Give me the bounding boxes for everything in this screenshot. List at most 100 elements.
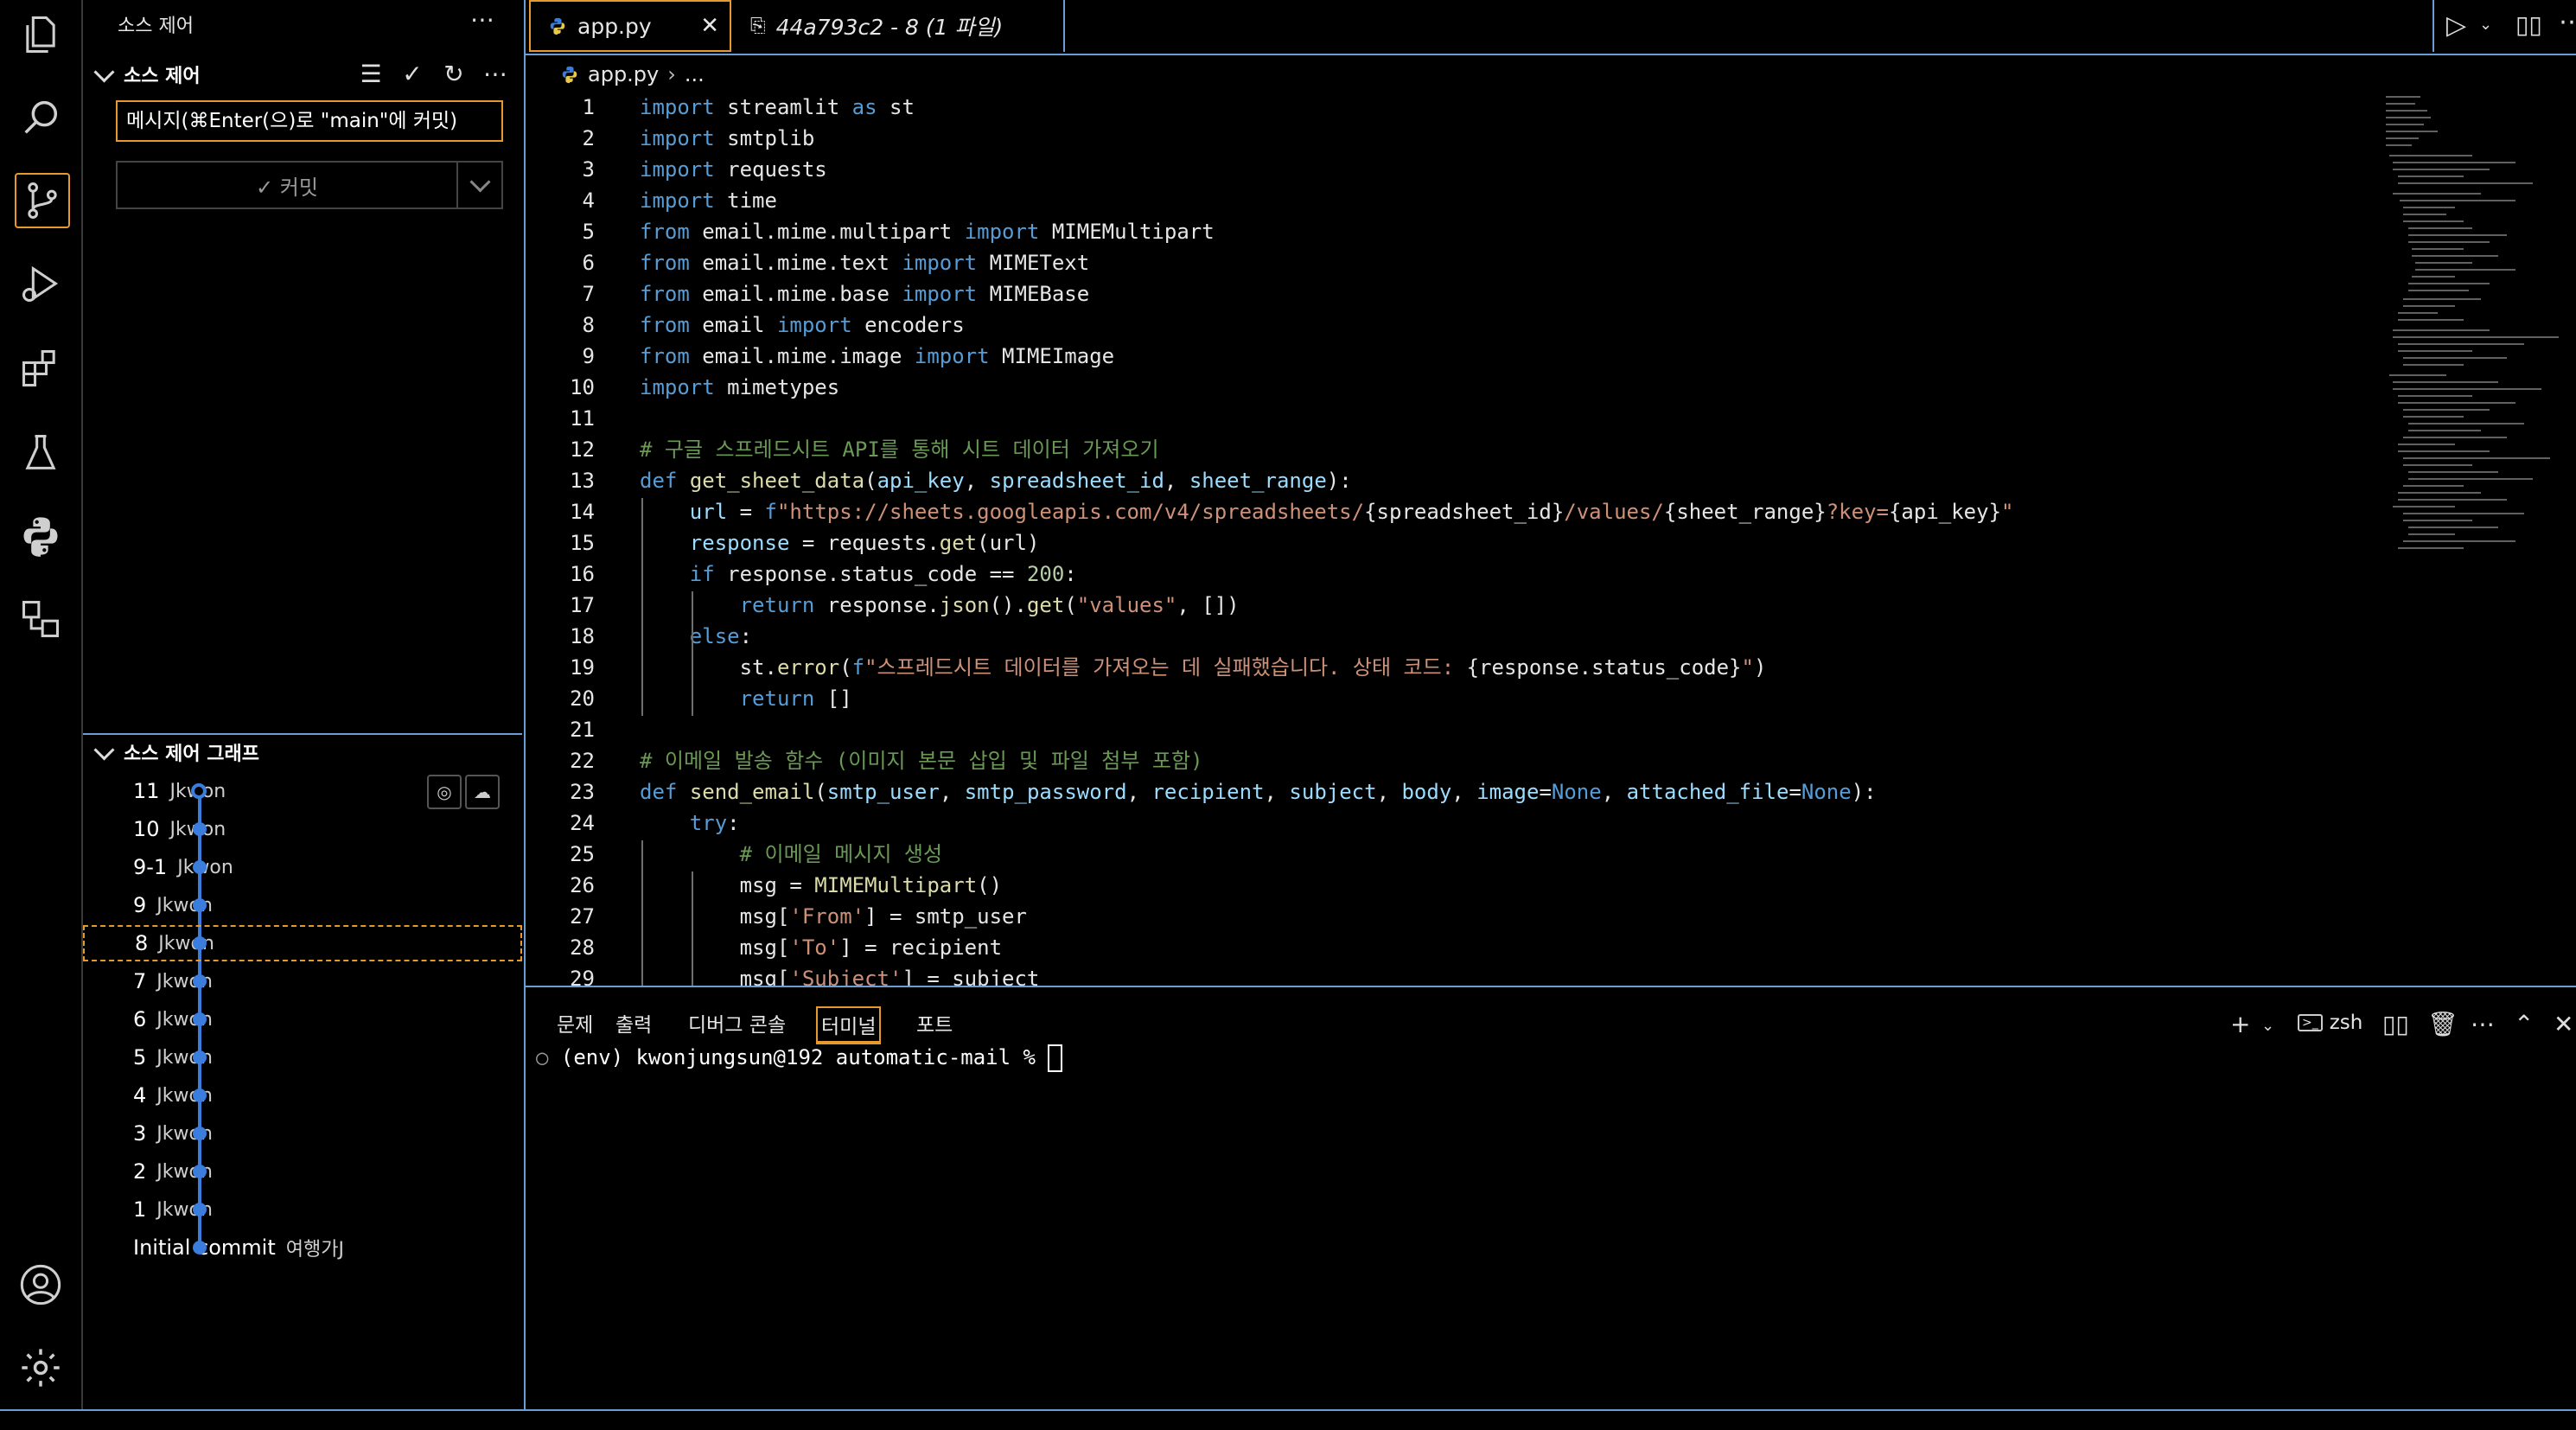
panel-tab[interactable]: 터미널	[816, 1006, 882, 1044]
run-debug-icon[interactable]	[15, 258, 67, 310]
refresh-icon[interactable]: ↻	[439, 59, 469, 88]
remote-explorer-icon[interactable]	[15, 593, 67, 645]
close-panel-icon[interactable]: ✕	[2554, 1010, 2573, 1038]
more-actions-icon[interactable]: ⋯	[2559, 7, 2576, 37]
code-token: ,	[939, 780, 965, 804]
commit-button[interactable]: ✓ 커밋	[116, 161, 503, 209]
code-line[interactable]: 8 from email import encoders	[526, 310, 2514, 341]
breadcrumb-file[interactable]: app.py	[588, 62, 659, 86]
graph-head-node	[191, 783, 207, 799]
graph-node	[193, 936, 207, 950]
extensions-icon[interactable]	[15, 342, 67, 394]
split-editor-icon[interactable]: ▯▯	[2515, 10, 2542, 39]
commit-check-icon[interactable]: ✓	[398, 59, 427, 88]
tab-commit-diff[interactable]: ⎘ 44a793c2 - 8 (1 파일)	[733, 0, 1065, 52]
search-icon[interactable]	[15, 92, 67, 144]
code-line[interactable]: 24 try:	[526, 808, 2514, 839]
code-token: requests	[714, 157, 827, 182]
code-line[interactable]: 11	[526, 403, 2514, 434]
split-terminal-icon[interactable]: ▯▯	[2382, 1010, 2409, 1038]
code-line[interactable]: 27 msg['From'] = smtp_user	[526, 901, 2514, 932]
code-line[interactable]: 17 return response.json().get("values", …	[526, 590, 2514, 621]
code-line[interactable]: 29 msg['Subject'] = subject	[526, 963, 2514, 986]
code-line[interactable]: 3 import requests	[526, 154, 2514, 185]
add-terminal-icon[interactable]: +	[2230, 1010, 2250, 1038]
code-line[interactable]: 9 from email.mime.image import MIMEImage	[526, 341, 2514, 372]
code-line[interactable]: 23 def send_email(smtp_user, smtp_passwor…	[526, 776, 2514, 808]
graph-commit-row[interactable]: 9 Jkwon	[83, 887, 522, 923]
code-line[interactable]: 26 msg = MIMEMultipart()	[526, 870, 2514, 901]
code-token: msg[	[640, 904, 790, 929]
commit-dropdown-chevron-icon[interactable]	[456, 163, 501, 207]
more-actions-icon[interactable]: ⋯	[481, 59, 510, 88]
trash-icon[interactable]: 🗑	[2427, 1010, 2458, 1038]
terminal-shell-selector[interactable]: >_ zsh	[2298, 1012, 2362, 1034]
code-line[interactable]: 16 if response.status_code == 200:	[526, 559, 2514, 590]
source-control-section-header[interactable]: 소스 제어	[92, 61, 201, 88]
code-line[interactable]: 21	[526, 714, 2514, 745]
code-token: (url)	[977, 531, 1040, 555]
graph-commit-row[interactable]: Initial commit 여행가J	[83, 1229, 522, 1266]
code-line[interactable]: 4 import time	[526, 185, 2514, 216]
code-line[interactable]: 28 msg['To'] = recipient	[526, 932, 2514, 963]
code-line[interactable]: 14 url = f"https://sheets.googleapis.com…	[526, 496, 2514, 527]
code-line[interactable]: 25 # 이메일 메시지 생성	[526, 839, 2514, 870]
code-line[interactable]: 20 return []	[526, 683, 2514, 714]
panel-tab[interactable]: 포트	[913, 1006, 956, 1044]
code-editor[interactable]: 1 import streamlit as st 2 import smtplib 3 i…	[526, 92, 2576, 986]
code-line[interactable]: 12 # 구글 스프레드시트 API를 통해 시트 데이터 가져오기	[526, 434, 2514, 465]
code-line[interactable]: 5 from email.mime.multipart import MIMEMu…	[526, 216, 2514, 247]
chevron-down-icon[interactable]: ⌄	[2479, 16, 2492, 34]
graph-commit-row[interactable]: 3 Jkwon	[83, 1115, 522, 1152]
terminal-output[interactable]: ○ (env) kwonjungsun@192 automatic-mail %	[536, 1044, 1063, 1072]
more-actions-icon[interactable]: ⋯	[2471, 1010, 2495, 1038]
explorer-icon[interactable]	[15, 9, 67, 61]
graph-commit-row[interactable]: 1 Jkwon	[83, 1191, 522, 1228]
code-line[interactable]: 19 st.error(f"스프레드시트 데이터를 가져오는 데 실패했습니다.…	[526, 652, 2514, 683]
code-line[interactable]: 2 import smtplib	[526, 123, 2514, 154]
maximize-panel-icon[interactable]: ⌃	[2514, 1010, 2534, 1038]
minimap[interactable]	[2386, 92, 2567, 576]
code-line[interactable]: 1 import streamlit as st	[526, 92, 2514, 123]
run-python-icon[interactable]: ▷	[2446, 10, 2466, 41]
close-icon[interactable]: ✕	[700, 13, 719, 39]
more-actions-icon[interactable]: ⋯	[470, 5, 494, 34]
python-icon[interactable]	[15, 510, 67, 562]
target-icon[interactable]: ◎	[427, 775, 462, 809]
code-line[interactable]: 13 def get_sheet_data(api_key, spreadshee…	[526, 465, 2514, 496]
code-token: []	[814, 686, 852, 711]
cloud-icon[interactable]: ☁	[465, 775, 500, 809]
breadcrumb-rest[interactable]: ...	[685, 62, 705, 86]
commit-message-input[interactable]	[116, 100, 503, 142]
graph-commit-row[interactable]: 2 Jkwon	[83, 1153, 522, 1190]
graph-commit-row[interactable]: 7 Jkwon	[83, 963, 522, 999]
graph-commit-row[interactable]: 5 Jkwon	[83, 1039, 522, 1076]
graph-commit-row[interactable]: 6 Jkwon	[83, 1001, 522, 1037]
code-line[interactable]: 10 import mimetypes	[526, 372, 2514, 403]
code-line[interactable]: 6 from email.mime.text import MIMEText	[526, 247, 2514, 278]
graph-commit-row[interactable]: 4 Jkwon	[83, 1077, 522, 1114]
graph-commit-row[interactable]: 9-1Jkwon	[83, 849, 522, 885]
testing-icon[interactable]	[15, 427, 67, 479]
chevron-down-icon[interactable]: ⌄	[2261, 1017, 2274, 1035]
code-line[interactable]: 7 from email.mime.base import MIMEBase	[526, 278, 2514, 310]
graph-commit-row[interactable]: 10Jkwon	[83, 811, 522, 847]
code-line[interactable]: 15 response = requests.get(url)	[526, 527, 2514, 559]
code-line[interactable]: 22 # 이메일 발송 함수 (이미지 본문 삽입 및 파일 첨부 포함)	[526, 745, 2514, 776]
code-token: = requests.	[789, 531, 940, 555]
view-as-tree-icon[interactable]: ☰	[356, 59, 386, 88]
panel-tab[interactable]: 출력	[612, 1006, 655, 1044]
panel-tab[interactable]: 문제	[553, 1006, 596, 1044]
panel-tab[interactable]: 디버그 콘솔	[685, 1006, 789, 1044]
code-token: ,	[1601, 780, 1627, 804]
settings-gear-icon[interactable]	[15, 1342, 67, 1394]
graph-node	[193, 1165, 207, 1178]
account-icon[interactable]	[15, 1259, 67, 1311]
code-line[interactable]: 18 else:	[526, 621, 2514, 652]
code-token: ,	[964, 469, 990, 493]
source-control-icon[interactable]	[15, 173, 70, 228]
graph-section-header[interactable]: 소스 제어 그래프	[92, 738, 259, 766]
tab-app-py[interactable]: app.py ✕	[529, 0, 731, 52]
code-token: api_key	[877, 469, 965, 493]
graph-commit-row[interactable]: 8 Jkwon	[83, 925, 522, 961]
